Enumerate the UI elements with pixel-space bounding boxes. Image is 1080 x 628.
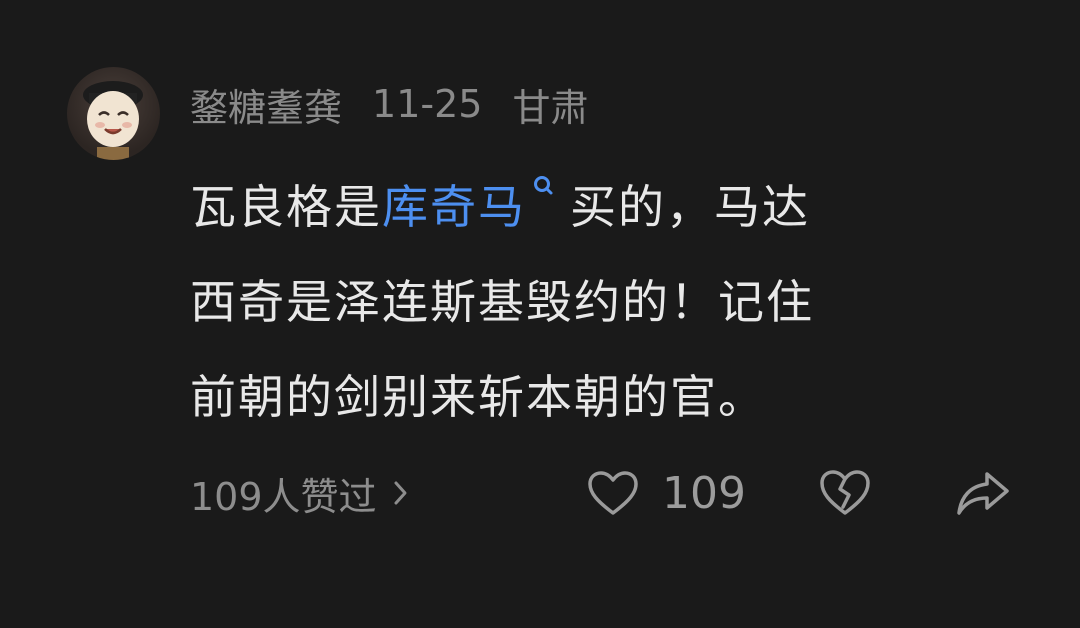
comment-line: 西奇是泽连斯基毁约的！记住 <box>190 275 814 329</box>
search-link[interactable]: 库奇马 <box>382 180 526 234</box>
comment-body: 瓦良格是库奇马 买的，马达 西奇是泽连斯基毁约的！记住 前朝的剑别来斩本朝的官。 <box>190 160 990 445</box>
share-arrow-icon <box>957 472 1009 515</box>
comment-text: 瓦良格是 <box>190 180 382 234</box>
like-count: 109 <box>662 467 746 519</box>
dislike-button[interactable] <box>818 462 872 524</box>
comment-line: 前朝的剑别来斩本朝的官。 <box>190 370 766 424</box>
likes-summary-text: 109人赞过 <box>190 474 377 519</box>
cartoon-avatar-image <box>83 81 143 160</box>
comment-line: 瓦良格是库奇马 买的，马达 <box>190 160 990 255</box>
chevron-right-icon <box>393 479 409 507</box>
username[interactable]: 鍪糖耋龚 <box>190 77 342 132</box>
share-button[interactable] <box>954 462 1012 524</box>
comment-text: 买的，马达 <box>570 180 810 234</box>
likes-summary-button[interactable]: 109人赞过 <box>190 462 409 524</box>
broken-heart-icon <box>820 470 870 515</box>
comment-location: 甘肃 <box>512 85 589 130</box>
avatar[interactable] <box>67 67 160 160</box>
like-button[interactable]: 109 <box>586 462 746 524</box>
heart-icon <box>588 471 638 515</box>
next-comment-peek <box>70 598 210 628</box>
comment-footer: 109人赞过 109 <box>190 462 1020 524</box>
comment-date: 11-25 <box>372 82 483 126</box>
search-icon[interactable] <box>532 174 554 204</box>
comment-meta: 鍪糖耋龚 11-25 甘肃 <box>190 78 588 130</box>
